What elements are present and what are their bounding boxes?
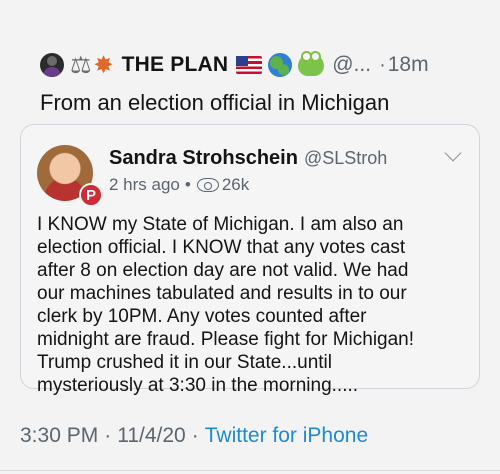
body-line: after 8 on election day are not valid. W…	[37, 260, 409, 281]
body-line: Trump crushed it in our State...until	[37, 352, 332, 373]
body-line: mysteriously at 3:30 in the morning.....	[37, 375, 359, 396]
quoted-author-handle: @SLStroh	[303, 148, 388, 168]
body-line: clerk by 10PM. Any votes counted after	[37, 306, 367, 327]
post-time[interactable]: 3:30 PM	[20, 424, 98, 447]
body-line: election official. I KNOW that any votes…	[37, 237, 406, 258]
footer-separator: ·	[104, 424, 112, 447]
quoted-post-card[interactable]: P Sandra Strohschein @SLStroh 2 hrs ago •…	[20, 124, 480, 396]
divider	[0, 470, 500, 471]
avatar-emoji-icon	[40, 53, 64, 77]
tweet-text: From an election official in Michigan	[40, 90, 390, 115]
collision-icon: ✸	[93, 51, 114, 79]
meta-separator: •	[184, 175, 191, 194]
globe-icon	[268, 53, 293, 77]
post-date[interactable]: 11/4/20	[117, 424, 186, 447]
quoted-time-ago: 2 hrs ago	[109, 175, 180, 194]
footer-separator: ·	[191, 424, 199, 447]
frog-icon	[298, 51, 325, 76]
body-line: midnight are fraud. Please fight for Mic…	[37, 329, 415, 350]
chevron-down-icon[interactable]	[444, 144, 462, 162]
quoted-author[interactable]: Sandra Strohschein @SLStroh	[109, 147, 387, 170]
author-handle[interactable]: @...	[332, 53, 371, 77]
tweet-timestamp[interactable]: 18m	[388, 53, 429, 77]
separator-dot: ·	[379, 53, 386, 76]
views-icon	[196, 178, 219, 192]
quoted-meta: 2 hrs ago • 26k	[109, 175, 249, 195]
parler-badge-icon: P	[79, 183, 103, 207]
tweet-header: ⚖ ✸ THE PLAN @... · 18m	[40, 48, 480, 82]
quoted-author-name: Sandra Strohschein	[109, 147, 298, 169]
body-line: our machines tabulated and results in to…	[37, 283, 407, 304]
source-link[interactable]: Twitter for iPhone	[205, 424, 368, 447]
author-name[interactable]: THE PLAN	[122, 53, 229, 77]
body-line: I KNOW my State of Michigan. I am also a…	[37, 214, 404, 235]
quoted-body: I KNOW my State of Michigan. I am also a…	[37, 213, 477, 397]
scales-icon: ⚖	[70, 51, 92, 79]
us-flag-icon	[236, 56, 263, 74]
view-count: 26k	[221, 175, 250, 194]
tweet-footer: 3:30 PM · 11/4/20 · Twitter for iPhone	[20, 424, 368, 448]
